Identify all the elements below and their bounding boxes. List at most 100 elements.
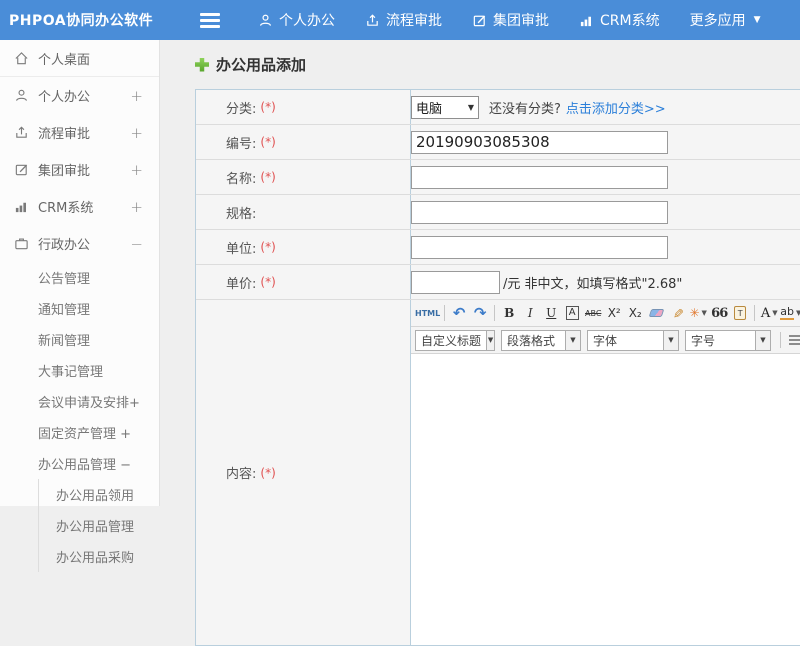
submenu-label: 办公用品管理: [56, 516, 134, 535]
sidebar-item-label: 个人桌面: [38, 49, 143, 68]
sidebar-subitem-events[interactable]: 大事记管理: [0, 355, 159, 386]
sidebar-item-admin-office[interactable]: 行政办公 −: [0, 225, 159, 262]
field-label: 编号:: [226, 133, 256, 152]
italic-button[interactable]: I: [520, 303, 540, 324]
unit-label: 单位: (*): [196, 230, 411, 264]
person-icon: [14, 88, 29, 103]
sidebar-item-desktop[interactable]: 个人桌面: [0, 40, 159, 77]
nav-label: 更多应用: [690, 10, 746, 30]
sidebar-item-label: 流程审批: [38, 123, 130, 142]
sidebar-subitem-supplies-manage[interactable]: 办公用品管理: [39, 510, 159, 541]
strikethrough-button[interactable]: ABC: [583, 303, 603, 324]
sidebar-subitem-notice[interactable]: 通知管理: [0, 293, 159, 324]
price-format-hint: /元 非中文，如填写格式"2.68": [503, 273, 682, 292]
sidebar-subitem-fixed-assets[interactable]: 固定资产管理 +: [0, 417, 159, 448]
sidebar-subitem-news[interactable]: 新闻管理: [0, 324, 159, 355]
subscript-button[interactable]: X₂: [625, 303, 645, 324]
required-mark: (*): [260, 135, 275, 149]
format-painter-button[interactable]: ✎: [667, 303, 688, 323]
no-category-hint: 还没有分类?: [489, 98, 561, 117]
spec-label: 规格:: [196, 195, 411, 229]
required-mark: (*): [260, 170, 275, 184]
edit-icon: [14, 162, 29, 177]
font-size-dropdown[interactable]: 字号▼: [685, 330, 771, 351]
custom-title-dropdown[interactable]: 自定义标题▼: [415, 330, 495, 351]
submenu-label: 大事记管理: [38, 361, 103, 380]
superscript-button[interactable]: X²: [604, 303, 624, 324]
main-content: 办公用品添加 分类: (*) 电脑 ▼ 还没有分类? 点击添加分类>> 编号: …: [160, 40, 800, 506]
font-family-dropdown[interactable]: 字体▼: [587, 330, 679, 351]
add-icon: [195, 58, 209, 72]
category-label: 分类: (*): [196, 90, 411, 124]
submenu-label: 会议申请及安排+: [38, 392, 140, 411]
sidebar-item-personal-office[interactable]: 个人办公 +: [0, 77, 159, 114]
nav-process-approval[interactable]: 流程审批: [365, 10, 442, 30]
dropdown-label: 段落格式: [502, 332, 565, 349]
submenu-label: 新闻管理: [38, 330, 90, 349]
sidebar-subitem-announcement[interactable]: 公告管理: [0, 262, 159, 293]
unit-input[interactable]: [411, 236, 668, 259]
font-color-button[interactable]: A▼: [759, 303, 779, 324]
redo-icon[interactable]: ↷: [470, 303, 490, 324]
blockquote-button[interactable]: 66: [709, 303, 729, 324]
sidebar-item-process-approval[interactable]: 流程审批 +: [0, 114, 159, 151]
font-border-button[interactable]: A: [562, 303, 582, 324]
sidebar-item-label: 个人办公: [38, 86, 130, 105]
toolbar-separator: [444, 305, 445, 321]
paragraph-format-dropdown[interactable]: 段落格式▼: [501, 330, 581, 351]
app-logo[interactable]: PHPOA协同办公软件: [0, 10, 162, 30]
highlight-icon: ab: [780, 306, 794, 320]
paste-text-button[interactable]: T: [730, 303, 750, 324]
spec-input[interactable]: [411, 201, 668, 224]
menu-toggle-icon[interactable]: [200, 13, 220, 28]
sidebar-subitem-meeting[interactable]: 会议申请及安排+: [0, 386, 159, 417]
form-row-code: 编号: (*): [196, 125, 800, 160]
supply-add-form: 分类: (*) 电脑 ▼ 还没有分类? 点击添加分类>> 编号: (*): [195, 89, 800, 646]
sidebar-item-label: 行政办公: [38, 234, 130, 253]
nav-personal-office[interactable]: 个人办公: [258, 10, 335, 30]
caret-down-icon: ▼: [796, 309, 800, 317]
process-icon: [14, 125, 29, 140]
expand-indicator: +: [130, 161, 143, 179]
price-input[interactable]: [411, 271, 500, 294]
submenu-label: 通知管理: [38, 299, 90, 318]
code-label: 编号: (*): [196, 125, 411, 159]
underline-button[interactable]: U: [541, 303, 561, 324]
required-mark: (*): [260, 100, 275, 114]
form-row-category: 分类: (*) 电脑 ▼ 还没有分类? 点击添加分类>>: [196, 90, 800, 125]
bold-button[interactable]: B: [499, 303, 519, 324]
add-category-link[interactable]: 点击添加分类>>: [566, 98, 666, 117]
sidebar-subitem-supplies-purchase[interactable]: 办公用品采购: [39, 541, 159, 572]
field-label: 规格:: [226, 203, 256, 222]
highlight-color-button[interactable]: ab▼: [780, 303, 800, 324]
caret-down-icon: ▼: [702, 309, 707, 317]
nav-crm-system[interactable]: CRM系统: [579, 10, 660, 30]
sidebar-item-crm[interactable]: CRM系统 +: [0, 188, 159, 225]
align-left-button[interactable]: [785, 330, 800, 351]
nav-group-approval[interactable]: 集团审批: [472, 10, 549, 30]
autotypeset-button[interactable]: ✳▼: [688, 303, 708, 324]
dropdown-label: 自定义标题: [416, 332, 486, 349]
field-label: 分类:: [226, 98, 256, 117]
name-input[interactable]: [411, 166, 668, 189]
editor-text-area[interactable]: [411, 354, 800, 634]
edit-icon: [472, 13, 487, 28]
category-select[interactable]: 电脑 ▼: [411, 96, 479, 119]
html-source-button[interactable]: HTML: [415, 303, 440, 324]
sidebar-subitem-supplies-claim[interactable]: 办公用品领用: [39, 479, 159, 510]
code-input[interactable]: [411, 131, 668, 154]
sidebar-item-group-approval[interactable]: 集团审批 +: [0, 151, 159, 188]
nav-label: 流程审批: [386, 10, 442, 30]
sidebar-subitem-office-supplies[interactable]: 办公用品管理 −: [0, 448, 159, 479]
submenu-label: 办公用品采购: [56, 547, 134, 566]
office-supplies-submenu: 办公用品领用 办公用品管理 办公用品采购: [38, 479, 159, 572]
submenu-label: 办公用品管理 −: [38, 454, 131, 473]
caret-down-icon: ▼: [772, 309, 777, 317]
sidebar-item-label: 集团审批: [38, 160, 130, 179]
nav-more-apps[interactable]: 更多应用 ▼: [690, 10, 761, 30]
form-row-spec: 规格:: [196, 195, 800, 230]
content-label: 内容: (*): [196, 300, 411, 645]
undo-icon[interactable]: ↶: [449, 303, 469, 324]
field-label: 名称:: [226, 168, 256, 187]
eraser-button[interactable]: [646, 303, 666, 324]
